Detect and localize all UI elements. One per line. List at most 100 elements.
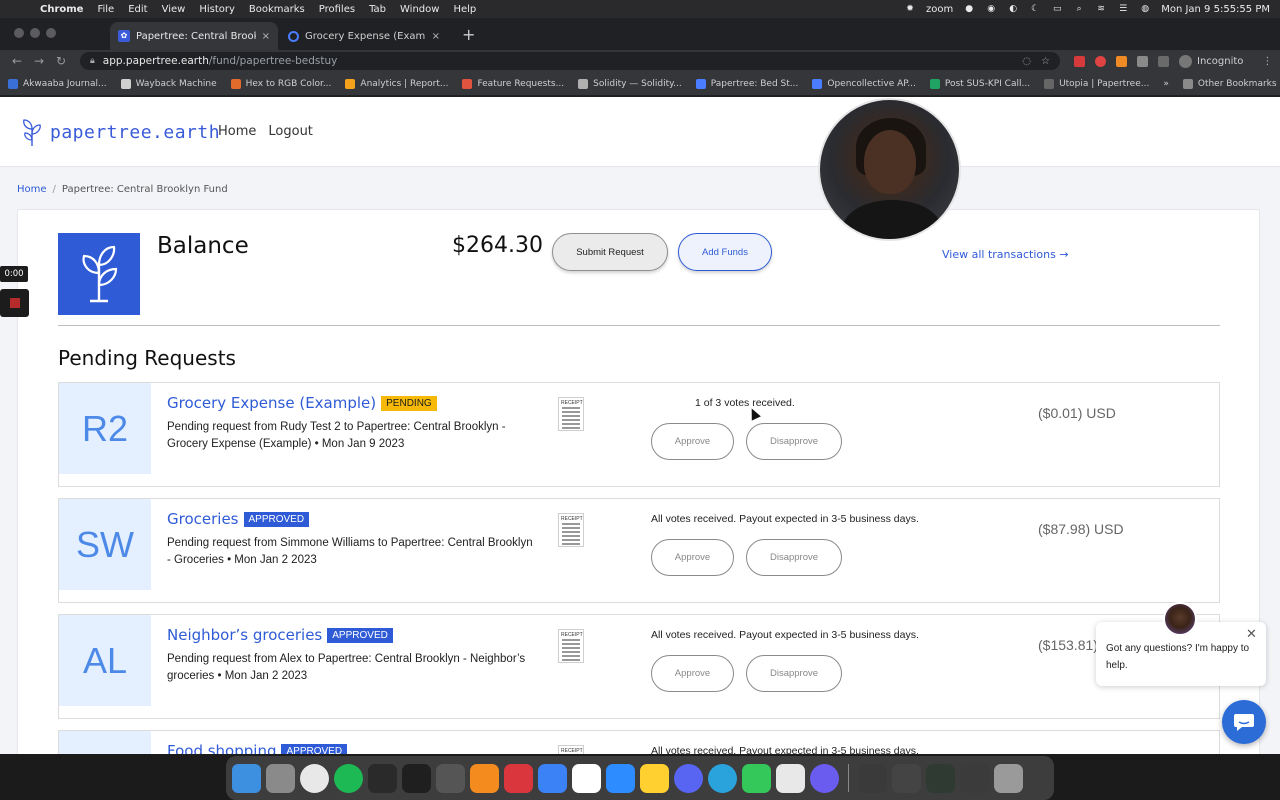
request-title[interactable]: Food shopping APPROVED xyxy=(167,742,348,754)
stop-recording-button[interactable] xyxy=(0,289,29,317)
dock-acrobat-icon[interactable] xyxy=(776,763,805,793)
menu-tab[interactable]: Tab xyxy=(369,4,386,15)
disapprove-button[interactable]: Disapprove xyxy=(746,655,842,692)
receipt-thumbnail-icon[interactable]: RECEIPT xyxy=(558,629,584,663)
extension-shield-icon[interactable] xyxy=(1095,55,1106,67)
menu-view[interactable]: View xyxy=(162,4,186,15)
side-panel-icon[interactable] xyxy=(1158,55,1169,67)
request-title[interactable]: Neighbor’s groceries APPROVED xyxy=(167,626,393,644)
back-arrow-icon[interactable]: ← xyxy=(6,54,28,68)
menu-bookmarks[interactable]: Bookmarks xyxy=(249,4,305,15)
dock-toggl-icon[interactable] xyxy=(538,763,567,793)
request-title[interactable]: Groceries APPROVED xyxy=(167,510,310,528)
forward-arrow-icon[interactable]: → xyxy=(28,54,50,68)
wifi-icon[interactable]: ≋ xyxy=(1095,4,1107,14)
chat-launcher-button[interactable] xyxy=(1222,700,1266,744)
menu-bar-clock[interactable]: Mon Jan 9 5:55:55 PM xyxy=(1161,4,1270,15)
share-icon[interactable]: ◐ xyxy=(1007,4,1019,14)
minimize-window-button[interactable] xyxy=(30,28,40,38)
brightness-icon[interactable]: ✹ xyxy=(904,4,916,14)
dock-chrome-icon[interactable] xyxy=(300,763,329,793)
moon-icon[interactable]: ☾ xyxy=(1029,4,1041,14)
request-title-text[interactable]: Neighbor’s groceries xyxy=(167,626,322,644)
dock-activity-monitor-icon[interactable] xyxy=(368,763,397,793)
more-bookmarks-icon[interactable]: » xyxy=(1163,79,1169,89)
dock-window-4-icon[interactable] xyxy=(960,763,989,793)
record-icon[interactable]: ◉ xyxy=(985,4,997,14)
add-funds-button[interactable]: Add Funds xyxy=(678,233,772,271)
menu-app-chrome[interactable]: Chrome xyxy=(40,4,83,15)
request-title-text[interactable]: Grocery Expense (Example) xyxy=(167,394,376,412)
menu-help[interactable]: Help xyxy=(453,4,476,15)
dock-window-2-icon[interactable] xyxy=(892,763,921,793)
bookmark-item[interactable]: Hex to RGB Color... xyxy=(230,78,331,89)
dock-window-1-icon[interactable] xyxy=(858,763,887,793)
bookmark-item[interactable]: Feature Requests... xyxy=(462,78,564,89)
incognito-profile[interactable]: Incognito ⋮ xyxy=(1179,54,1272,68)
nav-home-link[interactable]: Home xyxy=(218,124,256,139)
bookmark-item[interactable]: Post SUS-KPI Call... xyxy=(929,78,1030,89)
approve-button[interactable]: Approve xyxy=(651,539,734,576)
bookmark-item[interactable]: Utopia | Papertree... xyxy=(1044,78,1149,89)
menu-edit[interactable]: Edit xyxy=(128,4,147,15)
site-logo[interactable]: papertree.earth xyxy=(20,117,220,147)
approve-button[interactable]: Approve xyxy=(651,423,734,460)
request-title-text[interactable]: Food shopping xyxy=(167,742,276,754)
dock-sublime-text-icon[interactable] xyxy=(470,763,499,793)
close-tab-icon[interactable]: × xyxy=(262,31,270,42)
bookmark-item[interactable]: Papertree: Bed St... xyxy=(695,78,798,89)
new-tab-button[interactable]: + xyxy=(462,25,475,44)
more-menu-icon[interactable]: ⋮ xyxy=(1262,56,1272,67)
other-bookmarks[interactable]: Other Bookmarks xyxy=(1182,78,1277,89)
metamask-fox-icon[interactable] xyxy=(1116,55,1127,67)
menu-file[interactable]: File xyxy=(97,4,114,15)
address-bar[interactable]: 🔒︎ app.papertree.earth/fund/papertree-be… xyxy=(80,52,1060,70)
spotlight-search-icon[interactable]: ⌕ xyxy=(1073,4,1085,14)
bookmark-item[interactable]: Wayback Machine xyxy=(120,78,217,89)
paw-icon[interactable]: ● xyxy=(963,4,975,14)
approve-button[interactable]: Approve xyxy=(651,655,734,692)
view-all-transactions-link[interactable]: View all transactions → xyxy=(942,248,1069,261)
receipt-thumbnail-icon[interactable]: RECEIPT xyxy=(558,397,584,431)
disapprove-button[interactable]: Disapprove xyxy=(746,539,842,576)
close-window-button[interactable] xyxy=(14,28,24,38)
bookmark-star-icon[interactable]: ☆ xyxy=(1041,56,1050,67)
menu-history[interactable]: History xyxy=(199,4,235,15)
reload-icon[interactable]: ↻ xyxy=(50,54,72,68)
dock-discord-icon[interactable] xyxy=(674,763,703,793)
extensions-puzzle-icon[interactable] xyxy=(1137,55,1148,67)
webcam-overlay[interactable] xyxy=(818,98,961,241)
battery-icon[interactable]: ▭ xyxy=(1051,4,1063,14)
control-center-icon[interactable]: ☰ xyxy=(1117,4,1129,14)
dock-calculator-icon[interactable] xyxy=(436,763,465,793)
nav-logout-link[interactable]: Logout xyxy=(268,124,313,139)
siri-icon[interactable]: ◍ xyxy=(1139,4,1151,14)
extension-red-icon[interactable] xyxy=(1074,55,1085,67)
dock-terminal-icon[interactable] xyxy=(402,763,431,793)
receipt-thumbnail-icon[interactable]: RECEIPT xyxy=(558,745,584,754)
close-tab-icon[interactable]: × xyxy=(432,31,440,42)
bookmark-item[interactable]: Akwaaba Journal... xyxy=(8,78,107,89)
dock-system-settings-icon[interactable] xyxy=(266,763,295,793)
dock-cobra-icon[interactable] xyxy=(504,763,533,793)
receipt-thumbnail-icon[interactable]: RECEIPT xyxy=(558,513,584,547)
dock-slack-icon[interactable] xyxy=(572,763,601,793)
submit-request-button[interactable]: Submit Request xyxy=(552,233,668,271)
zoom-window-button[interactable] xyxy=(46,28,56,38)
chat-close-icon[interactable]: ✕ xyxy=(1246,627,1257,642)
tab-papertree-fund[interactable]: ✿ Papertree: Central Brooklyn Fu × xyxy=(110,22,278,50)
dock-zoom-icon[interactable] xyxy=(606,763,635,793)
dock-window-3-icon[interactable] xyxy=(926,763,955,793)
dock-finder-icon[interactable] xyxy=(232,763,261,793)
disapprove-button[interactable]: Disapprove xyxy=(746,423,842,460)
lock-icon[interactable]: 🔒︎ xyxy=(90,56,95,66)
dock-miro-icon[interactable] xyxy=(640,763,669,793)
zoom-status-label[interactable]: zoom xyxy=(926,4,953,15)
dock-telegram-icon[interactable] xyxy=(708,763,737,793)
bookmark-item[interactable]: Solidity — Solidity... xyxy=(578,78,682,89)
menu-profiles[interactable]: Profiles xyxy=(319,4,355,15)
menu-window[interactable]: Window xyxy=(400,4,439,15)
bookmark-item[interactable]: Analytics | Report... xyxy=(345,78,448,89)
breadcrumb-home-link[interactable]: Home xyxy=(17,184,47,195)
request-title-text[interactable]: Groceries xyxy=(167,510,239,528)
